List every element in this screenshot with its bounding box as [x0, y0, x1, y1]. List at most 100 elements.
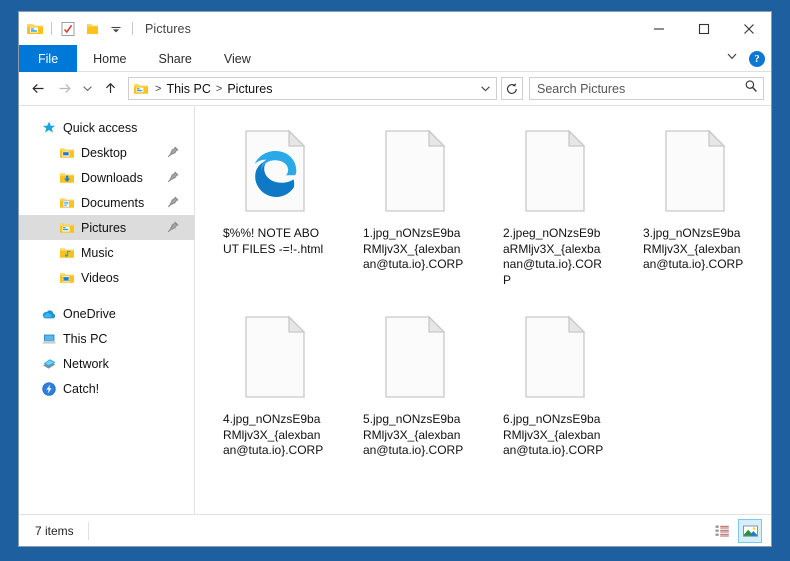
breadcrumb[interactable]: > This PC > Pictures: [128, 77, 497, 100]
nav-group-gap-1: [19, 290, 194, 301]
sidebar-item-pictures[interactable]: Pictures: [19, 215, 194, 240]
sidebar-item-onedrive[interactable]: OneDrive: [19, 301, 194, 326]
sidebar-label-documents: Documents: [81, 195, 145, 210]
search-icon[interactable]: [744, 79, 758, 98]
file-grid: $%%! NOTE ABOUT FILES -=!-.html 1.jpg_nO…: [205, 119, 771, 491]
blank-file-icon: [367, 123, 463, 219]
blank-file-icon: [647, 123, 743, 219]
sidebar-label-pictures: Pictures: [81, 220, 127, 235]
ribbon-tab-bar: File Home Share View ?: [19, 45, 771, 72]
sidebar-item-catch[interactable]: Catch!: [19, 376, 194, 401]
explorer-folder-icon[interactable]: [25, 19, 45, 39]
ribbon-controls: ?: [725, 45, 765, 72]
large-icons-view-button[interactable]: [738, 519, 762, 543]
sidebar-label-music: Music: [81, 245, 114, 260]
documents-folder-icon: [59, 195, 75, 211]
tab-share[interactable]: Share: [143, 45, 208, 72]
sidebar-item-downloads[interactable]: Downloads: [19, 165, 194, 190]
file-name: 1.jpg_nONzsE9baRMljv3X_{alexbanan@tuta.i…: [363, 226, 464, 271]
videos-folder-icon: [59, 270, 75, 286]
sidebar-item-documents[interactable]: Documents: [19, 190, 194, 215]
tab-home[interactable]: Home: [77, 45, 142, 72]
customize-qat-chevron-icon[interactable]: [106, 19, 126, 39]
details-view-button[interactable]: [710, 519, 734, 543]
status-bar: 7 items: [19, 514, 771, 546]
sidebar-label-this-pc: This PC: [63, 331, 108, 346]
tab-file[interactable]: File: [19, 45, 78, 72]
back-button[interactable]: [26, 76, 51, 101]
window-body: Quick access Desktop Downloads Documents…: [19, 105, 771, 514]
file-tile[interactable]: 5.jpg_nONzsE9baRMljv3X_{alexbanan@tuta.i…: [345, 305, 485, 491]
sidebar-label-onedrive: OneDrive: [63, 306, 116, 321]
file-tile[interactable]: 1.jpg_nONzsE9baRMljv3X_{alexbanan@tuta.i…: [345, 119, 485, 305]
pictures-folder-icon: [59, 220, 75, 236]
catch-icon: [41, 381, 57, 397]
file-name: 4.jpg_nONzsE9baRMljv3X_{alexbanan@tuta.i…: [223, 412, 324, 457]
sidebar-item-this-pc[interactable]: This PC: [19, 326, 194, 351]
view-mode-buttons: [710, 519, 762, 543]
file-tile[interactable]: 2.jpeg_nONzsE9baRMljv3X_{alexbanan@tuta.…: [485, 119, 625, 305]
sidebar-item-desktop[interactable]: Desktop: [19, 140, 194, 165]
close-button[interactable]: [726, 12, 771, 45]
pin-icon[interactable]: [166, 220, 180, 234]
file-name: 3.jpg_nONzsE9baRMljv3X_{alexbanan@tuta.i…: [643, 226, 744, 271]
search-input[interactable]: Search Pictures: [529, 77, 764, 100]
file-list-pane[interactable]: $%%! NOTE ABOUT FILES -=!-.html 1.jpg_nO…: [195, 106, 771, 514]
explorer-window: Pictures File Home Share View ? > This P…: [18, 11, 772, 547]
sidebar-label-quick-access: Quick access: [63, 120, 138, 135]
sidebar-label-videos: Videos: [81, 270, 119, 285]
caption-buttons: [636, 12, 771, 45]
network-icon: [41, 356, 57, 372]
title-divider: [132, 22, 133, 35]
sidebar-label-desktop: Desktop: [81, 145, 127, 160]
file-name: 2.jpeg_nONzsE9baRMljv3X_{alexbanan@tuta.…: [503, 226, 602, 287]
file-name: 6.jpg_nONzsE9baRMljv3X_{alexbanan@tuta.i…: [503, 412, 604, 457]
breadcrumb-this-pc[interactable]: This PC: [164, 82, 212, 96]
recent-locations-chevron-icon[interactable]: [78, 76, 97, 101]
breadcrumb-separator-1: >: [215, 82, 223, 95]
item-count: 7 items: [35, 523, 74, 538]
window-title: Pictures: [145, 21, 191, 36]
sidebar-item-network[interactable]: Network: [19, 351, 194, 376]
breadcrumb-dropdown-icon[interactable]: [477, 78, 494, 99]
sidebar-label-downloads: Downloads: [81, 170, 143, 185]
pin-icon[interactable]: [166, 195, 180, 209]
file-tile[interactable]: 6.jpg_nONzsE9baRMljv3X_{alexbanan@tuta.i…: [485, 305, 625, 491]
downloads-folder-icon: [59, 170, 75, 186]
tab-view[interactable]: View: [208, 45, 267, 72]
new-folder-icon[interactable]: [82, 19, 102, 39]
file-tile[interactable]: 4.jpg_nONzsE9baRMljv3X_{alexbanan@tuta.i…: [205, 305, 345, 491]
sidebar-item-quick-access[interactable]: Quick access: [19, 115, 194, 140]
quick-access-toolbar: [19, 19, 135, 39]
status-divider: [87, 521, 89, 540]
blank-file-icon: [227, 309, 323, 405]
sidebar-item-music[interactable]: Music: [19, 240, 194, 265]
sidebar-label-catch: Catch!: [63, 381, 100, 396]
file-name: 5.jpg_nONzsE9baRMljv3X_{alexbanan@tuta.i…: [363, 412, 464, 457]
minimize-button[interactable]: [636, 12, 681, 45]
search-placeholder: Search Pictures: [537, 81, 626, 96]
edge-html-icon: [227, 123, 323, 219]
address-bar: > This PC > Pictures Search Pictures: [19, 72, 771, 105]
breadcrumb-pictures[interactable]: Pictures: [225, 82, 274, 96]
music-folder-icon: [59, 245, 75, 261]
onedrive-cloud-icon: [41, 306, 57, 322]
breadcrumb-separator-0: >: [155, 82, 162, 95]
expand-ribbon-chevron-icon[interactable]: [725, 49, 739, 68]
sidebar-item-videos[interactable]: Videos: [19, 265, 194, 290]
navigation-pane: Quick access Desktop Downloads Documents…: [19, 106, 195, 514]
help-icon[interactable]: ?: [749, 50, 765, 67]
properties-icon[interactable]: [58, 19, 78, 39]
blank-file-icon: [367, 309, 463, 405]
up-button[interactable]: [98, 76, 123, 101]
title-bar: Pictures: [19, 12, 771, 45]
this-pc-icon: [41, 331, 57, 347]
file-tile[interactable]: $%%! NOTE ABOUT FILES -=!-.html: [205, 119, 345, 305]
refresh-button[interactable]: [501, 77, 523, 100]
forward-button[interactable]: [52, 76, 77, 101]
pin-icon[interactable]: [166, 170, 180, 184]
sidebar-label-network: Network: [63, 356, 109, 371]
pin-icon[interactable]: [166, 145, 180, 159]
file-tile[interactable]: 3.jpg_nONzsE9baRMljv3X_{alexbanan@tuta.i…: [625, 119, 765, 305]
maximize-button[interactable]: [681, 12, 726, 45]
